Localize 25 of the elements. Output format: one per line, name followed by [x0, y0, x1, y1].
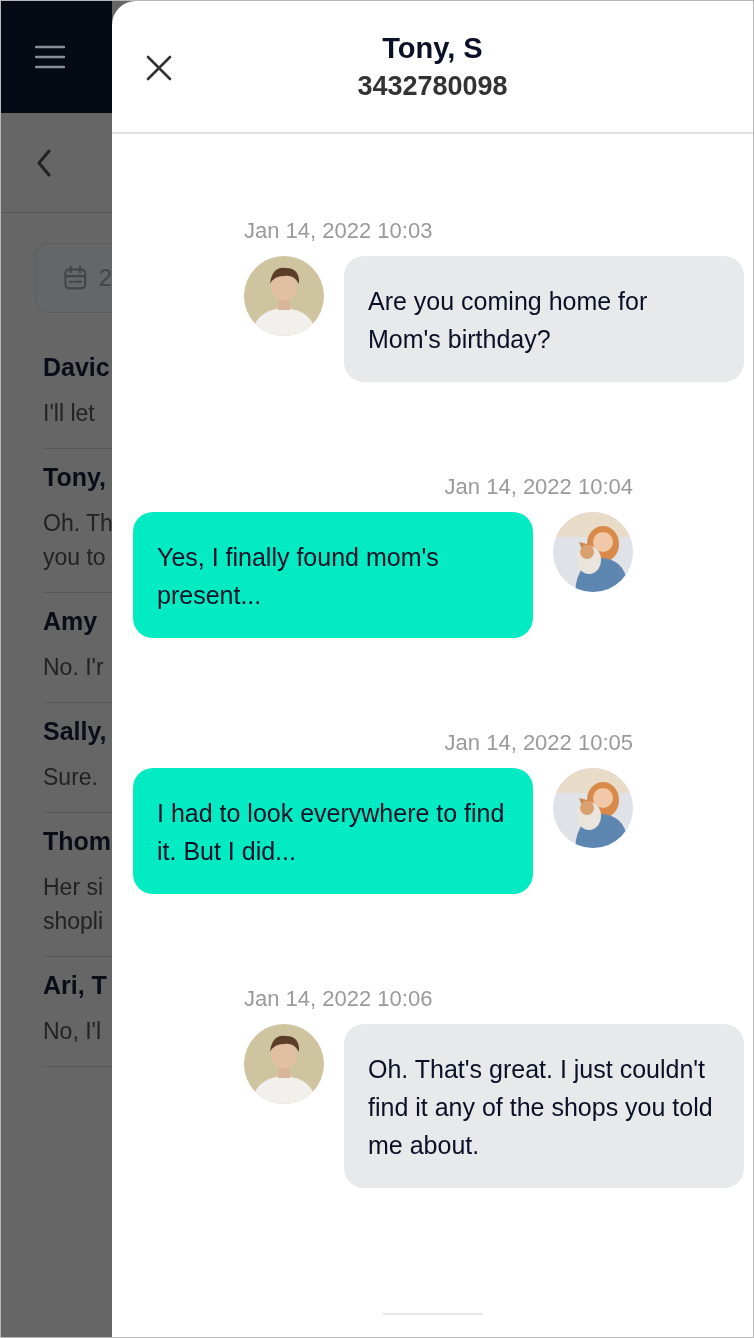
contact-title: Tony, S [382, 31, 483, 65]
contact-name[interactable]: Tony, [43, 463, 112, 492]
contact-name[interactable]: Ari, T [43, 971, 112, 1000]
contact-name[interactable]: Davic [43, 353, 112, 382]
message-preview: Sure. [43, 763, 99, 792]
contact-name[interactable]: Sally, [43, 717, 112, 746]
message-preview: No. I'r [43, 653, 105, 682]
phone-number: 3432780098 [357, 70, 508, 102]
message-bubble: Are you coming home for Mom's birthday? [344, 256, 744, 382]
message-time: Jan 14, 2022 10:06 [244, 986, 433, 1012]
message-preview: I'll let [43, 399, 96, 428]
message-bubble: Oh. That's great. I just couldn't find it any of the shops you told me about. [344, 1024, 744, 1188]
message-time: Jan 14, 2022 10:03 [244, 218, 433, 244]
calendar-icon [64, 265, 87, 291]
message-time: Jan 14, 2022 10:04 [444, 474, 633, 500]
menu-icon[interactable] [35, 45, 65, 69]
message-bubble: Yes, I finally found mom's present... [133, 512, 533, 638]
back-icon[interactable] [37, 148, 51, 177]
message-time: Jan 14, 2022 10:05 [444, 730, 633, 756]
message-preview: Oh. Th you to [43, 509, 112, 572]
contact-name[interactable]: Amy [43, 607, 112, 636]
contact-name[interactable]: Thom [43, 827, 112, 856]
message-preview: Her si shopli [43, 873, 105, 936]
message-preview: No, I'l [43, 1017, 103, 1046]
message-bubble: I had to look everywhere to find it. But I did... [133, 768, 533, 894]
